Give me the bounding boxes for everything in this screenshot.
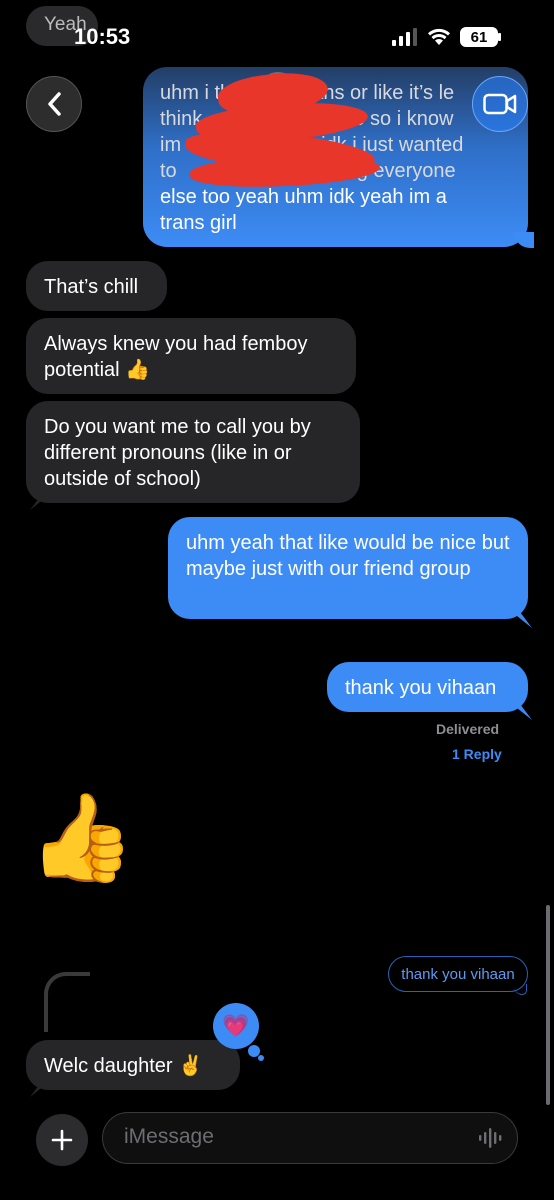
received-message[interactable]: Always knew you had femboy potential 👍 bbox=[26, 318, 356, 394]
received-message[interactable]: Do you want me to call you by different … bbox=[26, 401, 360, 503]
battery-level: 61 bbox=[470, 28, 488, 46]
bubble-tail bbox=[514, 232, 534, 248]
msg-fragment: rans or like it’s le bbox=[305, 82, 455, 104]
back-button[interactable] bbox=[26, 76, 82, 132]
sent-message[interactable]: uhm yeah that like would be nice but may… bbox=[168, 517, 528, 619]
received-message[interactable]: Welc daughter ✌️ bbox=[26, 1040, 240, 1090]
heart-icon: 💗 bbox=[222, 1013, 250, 1038]
scrollbar[interactable] bbox=[546, 905, 550, 1105]
msg-line: trans girl bbox=[160, 212, 237, 234]
received-message[interactable]: That’s chill bbox=[26, 261, 167, 311]
chevron-left-icon bbox=[48, 92, 61, 116]
facetime-video-button[interactable] bbox=[472, 76, 528, 132]
add-attachment-button[interactable] bbox=[36, 1114, 88, 1166]
reply-thread-line bbox=[44, 972, 90, 1032]
quoted-message-pill[interactable]: thank you vihaan bbox=[388, 956, 528, 992]
battery-icon: 61 bbox=[460, 27, 498, 47]
cellular-signal-icon bbox=[392, 28, 417, 46]
input-placeholder: iMessage bbox=[124, 1125, 214, 1148]
msg-fragment: im bbox=[160, 134, 182, 156]
msg-line: else too yeah uhm idk yeah im a bbox=[160, 186, 447, 208]
tapback-bubble-dot bbox=[258, 1055, 264, 1061]
plus-icon bbox=[51, 1129, 73, 1151]
reply-count-link[interactable]: 1 Reply bbox=[452, 746, 502, 762]
thumbs-up-emoji-message[interactable]: 👍 bbox=[28, 788, 135, 888]
status-time: 10:53 bbox=[74, 24, 131, 49]
waveform-icon[interactable] bbox=[478, 1126, 502, 1150]
video-camera-icon bbox=[483, 93, 517, 115]
wifi-icon bbox=[428, 28, 450, 45]
bubble-tail bbox=[514, 984, 527, 995]
status-icons: 61 bbox=[392, 26, 501, 48]
delivered-status: Delivered bbox=[436, 721, 500, 737]
msg-fragment: to bbox=[160, 160, 177, 182]
heart-tapback[interactable]: 💗 bbox=[213, 1003, 259, 1049]
sent-message[interactable]: thank you vihaan bbox=[327, 662, 528, 712]
battery-cap bbox=[498, 33, 501, 41]
